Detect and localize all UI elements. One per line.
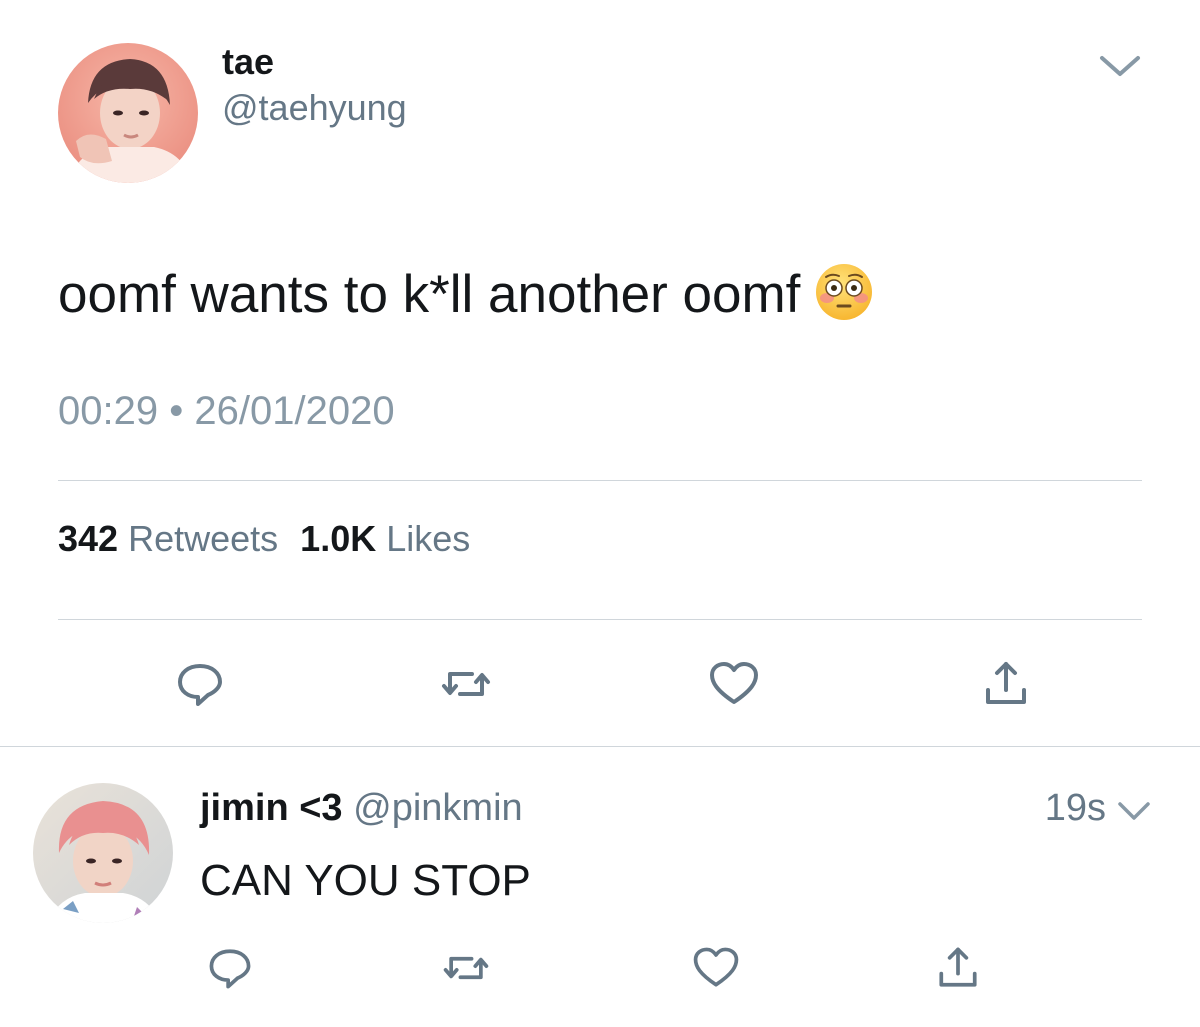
avatar-image [33,783,173,923]
reply-icon[interactable] [204,942,256,994]
tweet-timestamp[interactable]: 00:29 • 26/01/2020 [58,386,395,436]
retweet-icon[interactable] [440,942,492,994]
reply-text: CAN YOU STOP [200,856,531,905]
like-label: Likes [386,518,471,559]
flushed-face-emoji [814,262,874,322]
like-icon[interactable] [690,942,742,994]
tweet-body: oomf wants to k*ll another oomf [58,262,874,328]
retweet-label: Retweets [128,518,279,559]
reply-header: jimin <3 @pinkmin [200,784,523,832]
tweet-text: oomf wants to k*ll another oomf [58,265,801,324]
section-divider [0,746,1200,747]
timestamp-separator: • [169,389,184,433]
retweet-icon[interactable] [438,656,494,712]
like-icon[interactable] [706,656,762,712]
divider [58,619,1142,620]
retweet-stat[interactable]: 342 Retweets [58,518,278,559]
chevron-down-icon[interactable] [1114,796,1154,826]
avatar-image [58,43,198,183]
reply-author-name[interactable]: jimin <3 [200,787,343,829]
avatar[interactable] [58,43,198,183]
tweet-stats: 342 Retweets 1.0K Likes [58,516,470,562]
share-icon[interactable] [932,942,984,994]
chevron-down-icon[interactable] [1096,48,1144,84]
reply-time-ago[interactable]: 19s [1045,784,1106,832]
share-icon[interactable] [978,656,1034,712]
author-handle[interactable]: @taehyung [222,86,407,130]
like-stat[interactable]: 1.0K Likes [300,518,470,559]
divider [58,480,1142,481]
reply-icon[interactable] [172,656,228,712]
reply-avatar[interactable] [33,783,173,923]
author-name[interactable]: tae [222,40,274,84]
tweet-date: 26/01/2020 [194,389,395,433]
reply-author-handle[interactable]: @pinkmin [353,787,523,829]
retweet-count: 342 [58,518,119,559]
like-count: 1.0K [300,518,377,559]
tweet-time: 00:29 [58,389,159,433]
